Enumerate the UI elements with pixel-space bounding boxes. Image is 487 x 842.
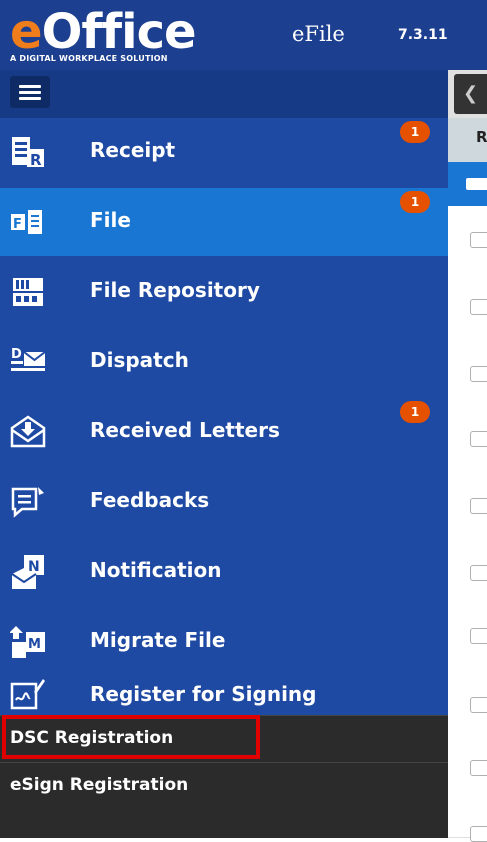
svg-text:M: M: [28, 637, 41, 652]
menu-toggle-row: [0, 70, 448, 118]
sidebar-item-label: Register for Signing: [90, 682, 317, 706]
logo-office: Office: [41, 4, 197, 60]
row-checkbox[interactable]: [470, 826, 487, 842]
svg-text:D: D: [11, 347, 22, 362]
row-checkbox[interactable]: [470, 565, 487, 581]
sidebar-item-dispatch[interactable]: D Dispatch: [0, 328, 448, 396]
receipt-count-badge: 1: [400, 121, 430, 143]
chevron-left-icon[interactable]: ❮: [454, 74, 487, 114]
sidebar-item-file-repository[interactable]: File Repository: [0, 258, 448, 326]
sidebar-item-label: Dispatch: [90, 348, 189, 372]
received-letters-icon: [10, 415, 46, 448]
row-checkbox[interactable]: [470, 628, 487, 644]
row-checkbox[interactable]: [470, 760, 487, 776]
logo-tagline: A DIGITAL WORKPLACE SOLUTION: [10, 54, 168, 63]
row-checkbox[interactable]: [470, 498, 487, 514]
file-icon: F: [11, 210, 42, 234]
receipt-icon: R: [12, 137, 44, 169]
sidebar-item-register-for-signing[interactable]: Register for Signing: [0, 678, 448, 716]
eoffice-logo: eOffice A DIGITAL WORKPLACE SOLUTION: [8, 4, 268, 68]
sidebar-item-label: Receipt: [90, 138, 176, 162]
sidebar-item-label: Notification: [90, 558, 222, 582]
sidebar-item-received-letters[interactable]: Received Letters 1: [0, 398, 448, 466]
dispatch-icon: D: [11, 347, 46, 371]
sidebar-subitem-label: eSign Registration: [10, 775, 189, 795]
sidebar-item-file[interactable]: F File 1: [0, 188, 448, 256]
file-count-badge: 1: [400, 191, 430, 213]
sidebar-item-receipt[interactable]: R Receipt 1: [0, 118, 448, 186]
svg-text:R: R: [30, 151, 42, 169]
row-checkbox[interactable]: [470, 366, 487, 382]
sidebar-item-label: Received Letters: [90, 418, 280, 442]
sidebar-item-label: File: [90, 208, 131, 232]
migrate-file-icon: M: [10, 626, 45, 658]
sidebar-item-notification[interactable]: N Notification: [0, 538, 448, 606]
register-signing-icon: [10, 679, 45, 710]
select-checkbox[interactable]: [466, 178, 487, 190]
row-checkbox[interactable]: [470, 299, 487, 315]
logo-e: e: [10, 4, 43, 60]
app-version: 7.3.11: [398, 27, 448, 43]
hamburger-menu-icon[interactable]: [10, 76, 50, 108]
row-checkbox[interactable]: [470, 232, 487, 248]
row-checkbox[interactable]: [470, 431, 487, 447]
sidebar-item-label: Migrate File: [90, 628, 226, 652]
app-name: eFile: [292, 22, 345, 46]
sidebar-item-label: Feedbacks: [90, 488, 210, 512]
sidebar-item-feedbacks[interactable]: Feedbacks: [0, 468, 448, 536]
highlight-annotation-box: [2, 715, 260, 759]
sidebar-item-label: File Repository: [90, 278, 260, 302]
feedback-icon: [11, 487, 44, 518]
row-checkbox[interactable]: [470, 697, 487, 713]
received-letters-count-badge: 1: [400, 401, 430, 423]
svg-text:F: F: [13, 217, 22, 232]
file-repository-icon: [13, 278, 43, 306]
notification-icon: N: [11, 555, 44, 589]
table-column-header: R: [476, 128, 487, 146]
sidebar-subitem-esign-registration[interactable]: eSign Registration: [0, 762, 448, 838]
sidebar-item-migrate-file[interactable]: M Migrate File: [0, 608, 448, 676]
